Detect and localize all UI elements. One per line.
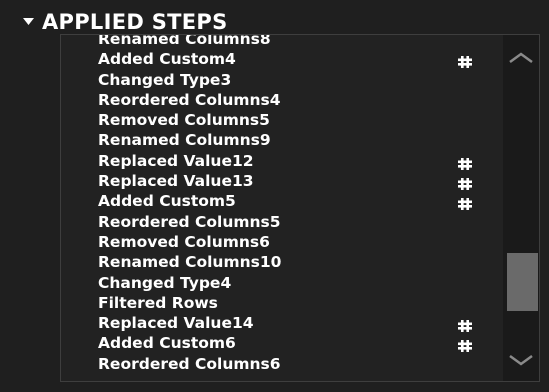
applied-step-label: Reordered Columns4 bbox=[98, 90, 281, 109]
applied-step-item[interactable]: Renamed Columns8 bbox=[61, 34, 501, 49]
applied-steps-title: APPLIED STEPS bbox=[42, 10, 228, 34]
chevron-up-icon[interactable] bbox=[507, 49, 535, 67]
applied-step-item[interactable]: Added Custom6 bbox=[61, 333, 501, 353]
gear-icon[interactable] bbox=[458, 195, 472, 211]
applied-step-label: Added Custom4 bbox=[98, 50, 236, 69]
applied-step-item[interactable]: Changed Type3 bbox=[61, 70, 501, 90]
scrollbar-thumb[interactable] bbox=[507, 253, 538, 311]
applied-steps-list-container: Renamed Columns8 Added Custom4 Changed Typ… bbox=[60, 34, 540, 382]
applied-step-item[interactable]: Removed Columns5 bbox=[61, 110, 501, 130]
applied-step-label: Added Custom5 bbox=[98, 192, 236, 211]
applied-step-item[interactable]: Replaced Value14 bbox=[61, 313, 501, 333]
applied-steps-list: Renamed Columns8 Added Custom4 Changed Typ… bbox=[61, 34, 501, 374]
chevron-down-icon[interactable] bbox=[507, 351, 535, 369]
applied-step-label: Removed Columns5 bbox=[98, 111, 270, 130]
applied-step-item[interactable]: Added Custom5 bbox=[61, 191, 501, 211]
applied-step-label: Changed Type4 bbox=[98, 273, 232, 292]
applied-step-item[interactable]: Removed Columns6 bbox=[61, 232, 501, 252]
applied-step-label: Renamed Columns10 bbox=[98, 253, 282, 272]
vertical-scrollbar[interactable] bbox=[503, 35, 539, 381]
gear-icon[interactable] bbox=[458, 155, 472, 170]
applied-step-item[interactable]: Replaced Value12 bbox=[61, 151, 501, 171]
applied-step-item[interactable]: Reordered Columns4 bbox=[61, 90, 501, 110]
applied-step-item[interactable]: Reordered Columns5 bbox=[61, 212, 501, 232]
gear-icon[interactable] bbox=[458, 337, 472, 353]
applied-step-label: Reordered Columns6 bbox=[98, 354, 281, 373]
applied-step-item[interactable]: Renamed Columns10 bbox=[61, 252, 501, 272]
applied-step-label: Filtered Rows bbox=[98, 293, 218, 312]
applied-step-label: Replaced Value12 bbox=[98, 151, 254, 170]
applied-step-label: Renamed Columns9 bbox=[98, 131, 271, 150]
applied-step-item[interactable]: Changed Type4 bbox=[61, 273, 501, 293]
applied-step-item[interactable]: Filtered Rows bbox=[61, 293, 501, 313]
applied-step-label: Renamed Columns8 bbox=[98, 34, 271, 48]
applied-step-item[interactable]: Added Custom4 bbox=[61, 49, 501, 69]
applied-step-item[interactable]: Replaced Value13 bbox=[61, 171, 501, 191]
gear-icon[interactable] bbox=[458, 175, 472, 191]
applied-step-label: Removed Columns6 bbox=[98, 232, 270, 251]
applied-step-label: Replaced Value14 bbox=[98, 314, 254, 333]
applied-step-label: Changed Type3 bbox=[98, 70, 232, 89]
applied-step-label: Added Custom6 bbox=[98, 334, 236, 353]
gear-icon[interactable] bbox=[458, 53, 472, 69]
gear-icon[interactable] bbox=[458, 317, 472, 333]
applied-step-item[interactable]: Reordered Columns6 bbox=[61, 354, 501, 374]
applied-step-item[interactable]: Renamed Columns9 bbox=[61, 130, 501, 150]
applied-step-label: Replaced Value13 bbox=[98, 172, 254, 191]
applied-steps-panel: APPLIED STEPS Renamed Columns8 Added Cust… bbox=[0, 0, 549, 392]
applied-step-label: Reordered Columns5 bbox=[98, 212, 281, 231]
